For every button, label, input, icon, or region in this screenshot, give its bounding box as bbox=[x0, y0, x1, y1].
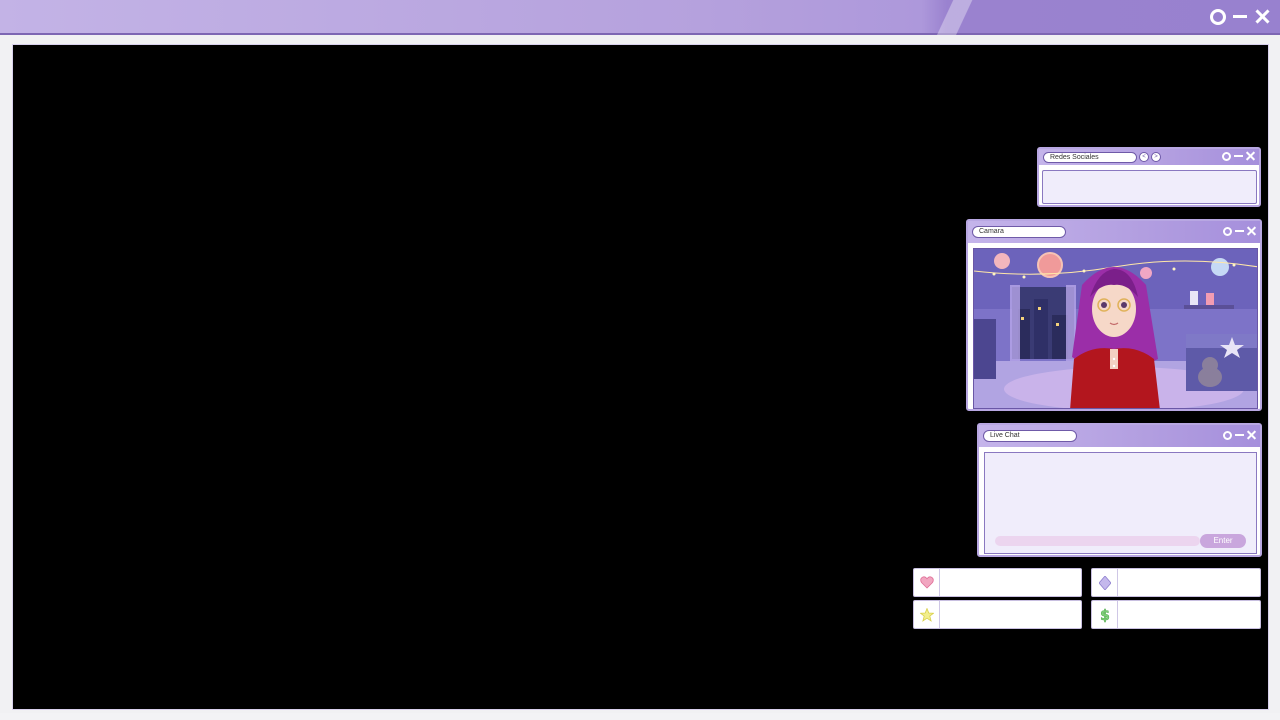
window-bottom-edge bbox=[0, 713, 1280, 720]
next-icon[interactable]: > bbox=[1151, 152, 1161, 162]
window-controls bbox=[1210, 7, 1270, 27]
minimize-icon[interactable] bbox=[1235, 227, 1244, 236]
minimize-icon[interactable] bbox=[1235, 431, 1244, 440]
avatar-scene bbox=[974, 249, 1257, 408]
camera-panel: Camara bbox=[966, 219, 1262, 411]
diamond-icon bbox=[1092, 569, 1118, 596]
app-titlebar bbox=[0, 0, 1280, 35]
close-icon[interactable] bbox=[1246, 152, 1255, 161]
close-icon[interactable] bbox=[1247, 227, 1256, 236]
stat-stars bbox=[913, 600, 1082, 629]
chat-panel-titlebar: Live Chat bbox=[979, 425, 1260, 447]
prev-icon[interactable]: < bbox=[1139, 152, 1149, 162]
chat-panel-title: Live Chat bbox=[983, 430, 1077, 442]
minimize-icon[interactable] bbox=[1232, 9, 1248, 25]
close-icon[interactable] bbox=[1247, 431, 1256, 440]
camera-panel-controls bbox=[1223, 227, 1256, 236]
titlebar-stripe bbox=[930, 0, 990, 35]
svg-text:$: $ bbox=[1100, 608, 1110, 623]
circle-icon[interactable] bbox=[1223, 431, 1232, 440]
chat-input[interactable] bbox=[995, 536, 1200, 546]
stat-diamonds bbox=[1091, 568, 1261, 597]
chat-messages[interactable]: Enter bbox=[984, 452, 1257, 554]
social-panel-controls bbox=[1222, 152, 1255, 161]
camera-panel-title: Camara bbox=[972, 226, 1066, 238]
close-icon[interactable] bbox=[1254, 9, 1270, 25]
social-panel-content bbox=[1042, 170, 1257, 204]
dollar-icon: $ bbox=[1092, 601, 1118, 628]
chat-panel: Live Chat Enter bbox=[977, 423, 1262, 557]
social-panel-titlebar: Redes Sociales < > bbox=[1039, 149, 1259, 165]
circle-icon[interactable] bbox=[1222, 152, 1231, 161]
social-panel-title: Redes Sociales bbox=[1043, 152, 1137, 163]
stat-money: $ bbox=[1091, 600, 1261, 629]
enter-button[interactable]: Enter bbox=[1200, 534, 1246, 548]
social-panel: Redes Sociales < > bbox=[1037, 147, 1261, 207]
camera-panel-titlebar: Camara bbox=[968, 221, 1260, 243]
circle-icon[interactable] bbox=[1210, 9, 1226, 25]
minimize-icon[interactable] bbox=[1234, 152, 1243, 161]
camera-feed bbox=[973, 248, 1258, 409]
stat-hearts bbox=[913, 568, 1082, 597]
circle-icon[interactable] bbox=[1223, 227, 1232, 236]
heart-icon bbox=[914, 569, 940, 596]
star-icon bbox=[914, 601, 940, 628]
chat-panel-controls bbox=[1223, 431, 1256, 440]
